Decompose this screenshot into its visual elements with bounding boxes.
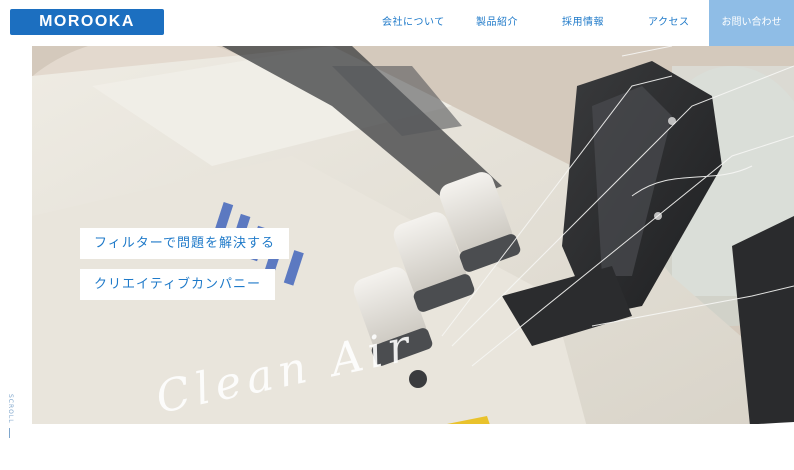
nav-company[interactable]: 会社について: [382, 0, 445, 46]
page-bottom: [0, 424, 794, 470]
nav-products[interactable]: 製品紹介: [476, 0, 518, 46]
nav-recruit[interactable]: 採用情報: [562, 0, 604, 46]
scroll-line-icon: [9, 428, 10, 438]
contact-button[interactable]: お問い合わせ: [709, 0, 794, 46]
nav-access[interactable]: アクセス: [648, 0, 690, 46]
hero-tagline-line2: クリエイティブカンパニー: [80, 269, 275, 300]
hero-tagline-line1: フィルターで問題を解決する: [80, 228, 289, 259]
site-logo[interactable]: MOROOKA FILTER: [10, 9, 164, 56]
site-header: MOROOKA FILTER 会社について 製品紹介 採用情報 アクセス お問い…: [0, 0, 794, 56]
